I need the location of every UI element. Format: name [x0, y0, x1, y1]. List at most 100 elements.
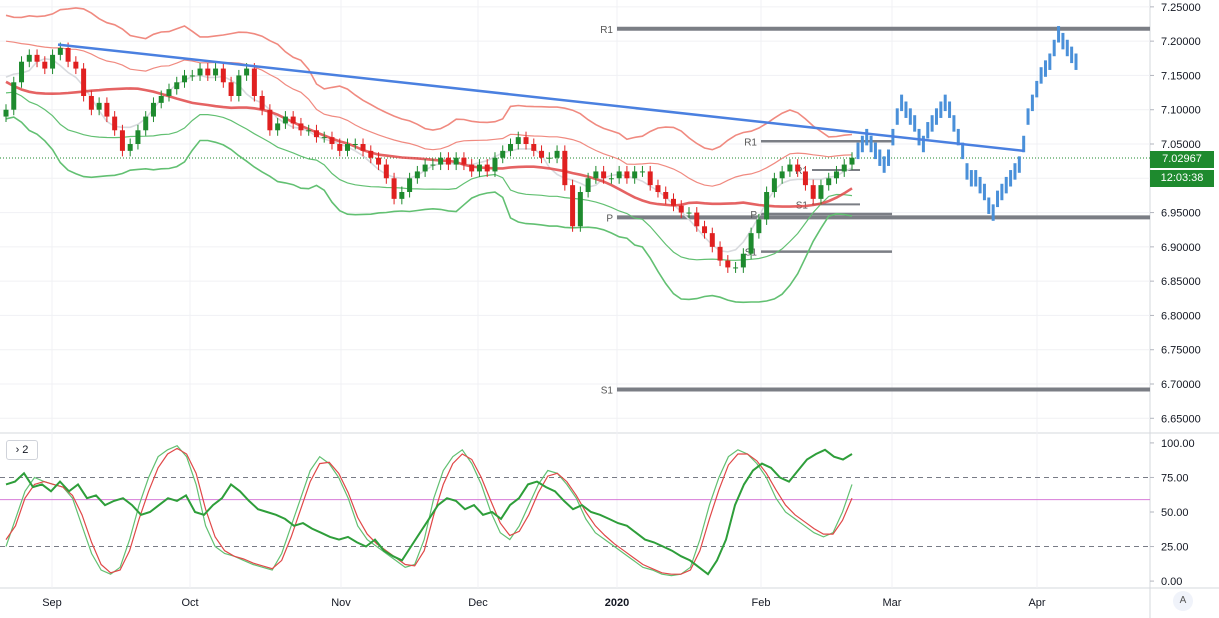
- candle-body: [236, 75, 242, 96]
- candle-body: [779, 171, 785, 179]
- level-label: S1: [601, 385, 614, 396]
- time-tick-label: Oct: [181, 597, 198, 609]
- candle-body: [476, 164, 482, 172]
- candle-body: [647, 171, 653, 186]
- osc-tick-label: 100.00: [1161, 438, 1195, 450]
- candle-body: [655, 185, 661, 192]
- candle-body: [407, 178, 413, 192]
- candle-body: [725, 260, 731, 268]
- price-tick-label: 7.10000: [1161, 105, 1201, 117]
- candle-body: [461, 157, 467, 165]
- candle-body: [267, 109, 273, 131]
- candle-body: [593, 171, 599, 179]
- candle-body: [748, 233, 754, 254]
- candle-body: [127, 144, 133, 151]
- candle-body: [26, 54, 32, 62]
- candle-body: [275, 123, 281, 131]
- candle-body: [577, 192, 583, 227]
- candle-body: [771, 178, 777, 192]
- price-tick-label: 7.25000: [1161, 2, 1201, 14]
- osc-tick-label: 50.00: [1161, 507, 1189, 519]
- candle-body: [733, 267, 739, 269]
- candle-body: [484, 164, 490, 172]
- candle-body: [143, 116, 149, 131]
- candle-body: [492, 157, 498, 172]
- candle-body: [554, 150, 560, 158]
- candle-body: [546, 157, 552, 159]
- candle-body: [670, 198, 676, 206]
- price-tick-label: 6.70000: [1161, 379, 1201, 391]
- candle-body: [764, 192, 770, 220]
- time-tick-label: Feb: [752, 597, 771, 609]
- candle-body: [795, 164, 801, 172]
- price-tick-label: 6.65000: [1161, 413, 1201, 425]
- candle-body: [259, 96, 265, 110]
- candle-body: [740, 253, 746, 268]
- price-tick-label: 7.20000: [1161, 36, 1201, 48]
- candle-body: [709, 233, 715, 247]
- candle-body: [182, 75, 188, 83]
- price-tick-label: 6.90000: [1161, 242, 1201, 254]
- candle-body: [515, 137, 521, 144]
- candle-body: [507, 144, 513, 151]
- candle-body: [438, 157, 444, 165]
- candle-body: [383, 164, 389, 179]
- candle-body: [42, 61, 48, 69]
- time-tick-label: 2020: [605, 597, 629, 609]
- candle-body: [531, 144, 537, 151]
- candle-body: [453, 157, 459, 165]
- candle-body: [197, 68, 203, 76]
- level-label: R1: [600, 25, 613, 36]
- candle-body: [306, 130, 312, 132]
- candle-body: [244, 68, 250, 76]
- candle-body: [313, 130, 319, 138]
- candle-body: [632, 171, 638, 179]
- candle-body: [802, 171, 808, 186]
- current-price-tag: 7.02967: [1150, 151, 1214, 168]
- forex-chart[interactable]: R1PS1R1PS1R1S1 7.250007.200007.150007.10…: [0, 0, 1219, 618]
- candle-body: [608, 178, 614, 180]
- auto-scale-button[interactable]: A: [1173, 591, 1193, 611]
- candle-body: [19, 61, 25, 83]
- candle-body: [422, 164, 428, 172]
- candle-body: [500, 150, 506, 158]
- candle-body: [166, 89, 172, 96]
- time-tick-label: Apr: [1028, 597, 1045, 609]
- candle-body: [523, 137, 529, 144]
- candle-body: [337, 144, 343, 151]
- candle-body: [430, 164, 436, 166]
- price-tick-label: 6.85000: [1161, 276, 1201, 288]
- candle-body: [601, 171, 607, 179]
- indicator-toggle[interactable]: › 2: [6, 440, 38, 460]
- candle-body: [174, 82, 180, 90]
- candle-body: [562, 150, 568, 186]
- candle-body: [213, 68, 219, 76]
- candle-body: [810, 185, 816, 199]
- candle-body: [135, 130, 141, 144]
- candle-body: [158, 96, 164, 103]
- candle-body: [678, 205, 684, 213]
- candle-body: [376, 157, 382, 165]
- candle-body: [81, 68, 87, 96]
- candle-body: [616, 171, 622, 179]
- level-label: R1: [744, 137, 757, 148]
- candle-body: [345, 144, 351, 151]
- candle-body: [368, 150, 374, 158]
- candle-body: [50, 54, 56, 69]
- candle-body: [11, 82, 17, 110]
- candle-body: [96, 102, 102, 110]
- candle-body: [833, 171, 839, 179]
- candle-body: [104, 102, 110, 117]
- candle-body: [228, 82, 234, 96]
- candle-body: [251, 68, 257, 96]
- candle-body: [414, 171, 420, 179]
- candle-body: [112, 116, 118, 131]
- candle-body: [841, 164, 847, 172]
- candle-body: [65, 48, 71, 62]
- candle-body: [639, 171, 645, 173]
- osc-tick-label: 25.00: [1161, 542, 1189, 554]
- candle-body: [663, 192, 669, 199]
- level-label: P: [750, 210, 757, 221]
- candle-body: [624, 171, 630, 179]
- candle-body: [298, 123, 304, 131]
